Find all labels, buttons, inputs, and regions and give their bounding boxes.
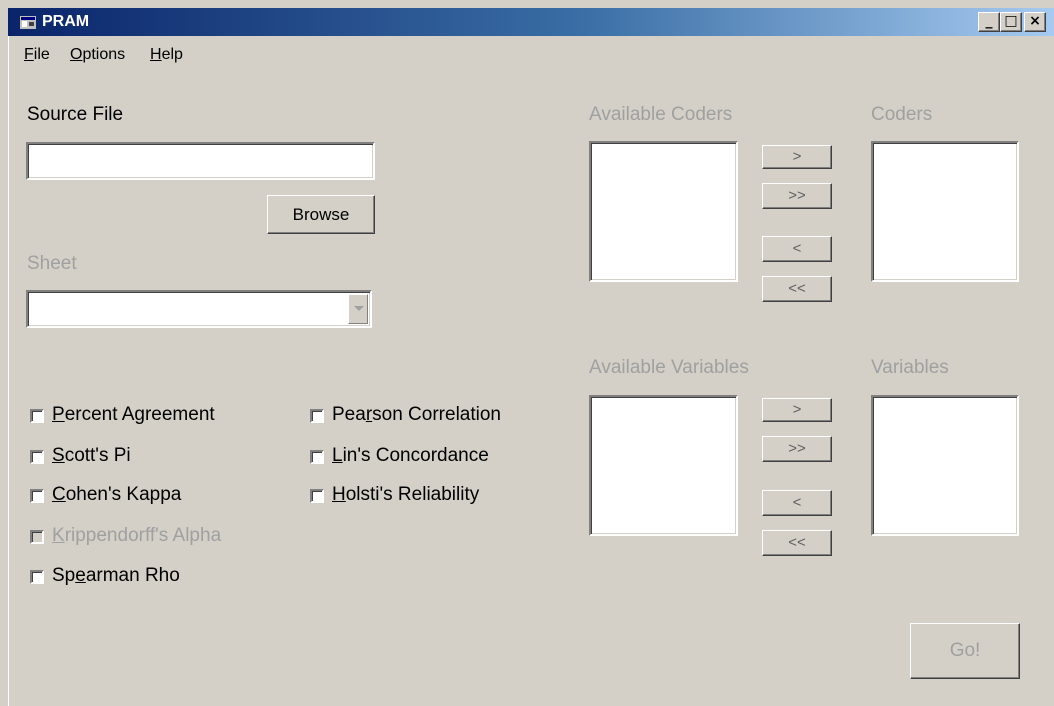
- available-coders-list[interactable]: [589, 141, 738, 282]
- browse-button[interactable]: Browse: [267, 195, 375, 234]
- maximize-button[interactable]: □: [1000, 12, 1022, 32]
- checkbox-label: Percent Agreement: [52, 404, 215, 425]
- checkbox-box[interactable]: [310, 409, 324, 423]
- checkbox-box[interactable]: [30, 570, 44, 584]
- checkbox-label: Holsti's Reliability: [332, 484, 480, 505]
- add-all-coders-button[interactable]: >>: [762, 183, 832, 209]
- menu-file[interactable]: File: [24, 46, 50, 64]
- available-variables-label: Available Variables: [589, 357, 749, 378]
- add-variable-button[interactable]: >: [762, 398, 832, 422]
- remove-all-variables-button[interactable]: <<: [762, 530, 832, 556]
- window-title: PRAM: [42, 13, 90, 30]
- checkbox-label: Lin's Concordance: [332, 445, 489, 466]
- checkbox-box[interactable]: [30, 409, 44, 423]
- sheet-label: Sheet: [27, 253, 77, 274]
- minimize-button[interactable]: _: [978, 12, 1000, 32]
- checkbox-label: Spearman Rho: [52, 565, 180, 586]
- source-file-label: Source File: [27, 104, 124, 125]
- menu-bar: File Options Help: [8, 40, 1054, 70]
- available-coders-label: Available Coders: [589, 104, 733, 125]
- checkbox-box[interactable]: [310, 450, 324, 464]
- remove-all-coders-button[interactable]: <<: [762, 276, 832, 302]
- variables-list[interactable]: [871, 395, 1019, 536]
- remove-coder-button[interactable]: <: [762, 236, 832, 262]
- chevron-down-icon[interactable]: [348, 294, 368, 324]
- checkbox-box: [30, 530, 44, 544]
- coders-list[interactable]: [871, 141, 1019, 282]
- sheet-select[interactable]: [26, 290, 372, 328]
- available-variables-list[interactable]: [589, 395, 738, 536]
- source-file-input[interactable]: [26, 142, 375, 180]
- coders-label: Coders: [871, 104, 933, 125]
- menu-help[interactable]: Help: [150, 46, 183, 64]
- checkbox-box[interactable]: [30, 450, 44, 464]
- checkbox-box[interactable]: [30, 489, 44, 503]
- add-all-variables-button[interactable]: >>: [762, 436, 832, 462]
- title-bar[interactable]: PRAM _ □ ×: [8, 8, 1054, 36]
- checkbox-box[interactable]: [310, 489, 324, 503]
- checkbox-label: Pearson Correlation: [332, 404, 501, 425]
- app-icon: [20, 16, 36, 29]
- checkbox-label: Cohen's Kappa: [52, 484, 182, 505]
- remove-variable-button[interactable]: <: [762, 490, 832, 516]
- close-button[interactable]: ×: [1024, 12, 1046, 32]
- checkbox-label: Scott's Pi: [52, 445, 131, 466]
- add-coder-button[interactable]: >: [762, 145, 832, 169]
- variables-label: Variables: [871, 357, 949, 378]
- menu-options[interactable]: Options: [70, 46, 125, 64]
- go-button[interactable]: Go!: [910, 623, 1020, 679]
- checkbox-label: Krippendorff's Alpha: [52, 525, 222, 546]
